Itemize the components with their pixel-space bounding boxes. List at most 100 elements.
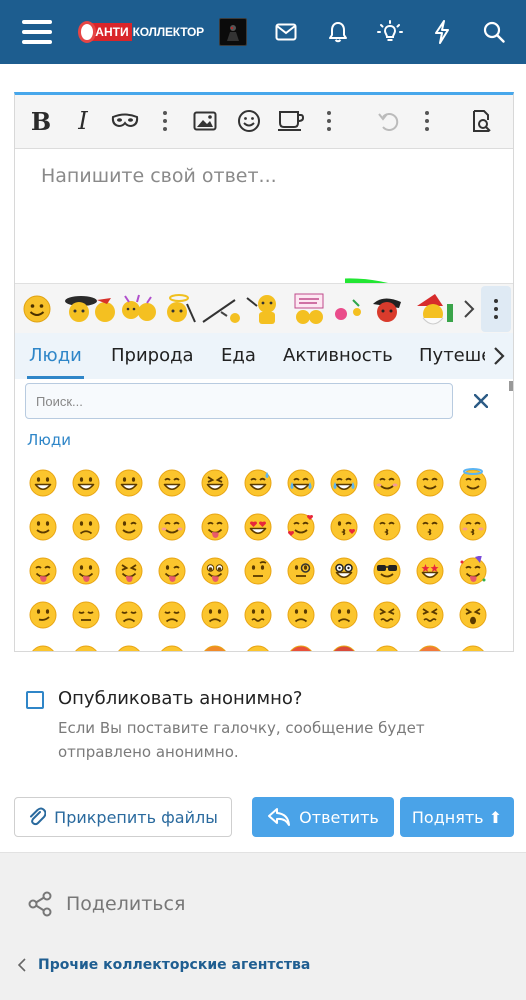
search-button[interactable] bbox=[474, 0, 514, 64]
emoji-wink-tongue[interactable] bbox=[150, 549, 193, 593]
emoji-scream[interactable] bbox=[451, 637, 494, 651]
user-avatar-button[interactable] bbox=[218, 0, 248, 64]
emoji-kiss-blush[interactable] bbox=[451, 505, 494, 549]
emoji-grin[interactable] bbox=[107, 461, 150, 505]
emoji-beam[interactable] bbox=[150, 461, 193, 505]
anonymous-checkbox[interactable] bbox=[26, 691, 44, 709]
emoji-grin[interactable] bbox=[21, 461, 64, 505]
reply-button[interactable]: Ответить bbox=[252, 797, 394, 837]
italic-button[interactable]: I bbox=[63, 101, 103, 141]
share-button[interactable]: Поделиться bbox=[28, 891, 185, 917]
emoji-rage[interactable] bbox=[279, 637, 322, 651]
emoji-nerd[interactable] bbox=[322, 549, 365, 593]
smilie-item[interactable] bbox=[161, 292, 197, 326]
emoji-joy[interactable] bbox=[279, 461, 322, 505]
emoji-upside-down[interactable] bbox=[64, 505, 107, 549]
emoji-grin[interactable] bbox=[64, 461, 107, 505]
smilie-item[interactable] bbox=[119, 292, 159, 326]
emoji-slight-smile[interactable] bbox=[21, 505, 64, 549]
mask-button[interactable] bbox=[105, 101, 145, 141]
emoji-kiss-closed[interactable] bbox=[365, 505, 408, 549]
emoji-star-struck[interactable] bbox=[408, 549, 451, 593]
emoji-slight-frown[interactable] bbox=[279, 593, 322, 637]
alerts-button[interactable] bbox=[318, 0, 358, 64]
emoji-kiss[interactable] bbox=[322, 505, 365, 549]
smilie-item[interactable] bbox=[201, 292, 241, 326]
smilie-item[interactable] bbox=[243, 292, 285, 326]
emoji-search-field[interactable] bbox=[25, 383, 453, 419]
emoji-confounded[interactable] bbox=[408, 593, 451, 637]
smilie-item[interactable] bbox=[371, 292, 413, 326]
close-picker-button[interactable] bbox=[467, 387, 495, 415]
bump-button[interactable]: Поднять ⬆ bbox=[400, 797, 514, 837]
emoji-party[interactable] bbox=[451, 549, 494, 593]
insert-media-button[interactable] bbox=[271, 101, 311, 141]
smilie-item[interactable] bbox=[21, 292, 53, 326]
tab-food[interactable]: Еда bbox=[221, 333, 256, 379]
emoji-disappointed[interactable] bbox=[107, 593, 150, 637]
menu-button[interactable] bbox=[14, 0, 60, 64]
emoji-cry[interactable] bbox=[107, 637, 150, 651]
emoji-halo[interactable] bbox=[451, 461, 494, 505]
reply-textarea[interactable]: Напишите свой ответ... bbox=[15, 149, 513, 283]
emoji-hot[interactable] bbox=[408, 637, 451, 651]
emoji-sweat-smile[interactable] bbox=[236, 461, 279, 505]
emoji-confused[interactable] bbox=[236, 593, 279, 637]
undo-button[interactable] bbox=[369, 101, 409, 141]
smilie-item[interactable] bbox=[63, 292, 117, 326]
smilie-more-button[interactable] bbox=[481, 286, 511, 332]
smilies-button[interactable] bbox=[229, 101, 269, 141]
emoji-wink[interactable] bbox=[107, 505, 150, 549]
emoji-tired[interactable] bbox=[451, 593, 494, 637]
lightning-button[interactable] bbox=[422, 0, 462, 64]
tab-people[interactable]: Люди bbox=[27, 333, 84, 379]
more-formatting-button[interactable] bbox=[145, 101, 185, 141]
emoji-flushed[interactable] bbox=[365, 637, 408, 651]
anonymous-label[interactable]: Опубликовать анонимно? bbox=[58, 688, 302, 709]
emoji-smirk[interactable] bbox=[21, 593, 64, 637]
emoji-angry[interactable] bbox=[193, 637, 236, 651]
emoji-pleading[interactable] bbox=[64, 637, 107, 651]
site-logo[interactable]: АНТИ КОЛЛЕКТОР bbox=[78, 0, 204, 64]
breadcrumb[interactable]: Прочие коллекторские агентства bbox=[18, 957, 310, 973]
emoji-sob[interactable] bbox=[150, 637, 193, 651]
smilie-item[interactable] bbox=[331, 292, 369, 326]
emoji-relieved[interactable] bbox=[150, 505, 193, 549]
emoji-smile[interactable] bbox=[408, 461, 451, 505]
tabs-next-button[interactable] bbox=[485, 333, 513, 379]
preview-button[interactable] bbox=[461, 101, 501, 141]
emoji-hearts[interactable] bbox=[279, 505, 322, 549]
emoji-persevere[interactable] bbox=[365, 593, 408, 637]
whats-new-button[interactable] bbox=[370, 0, 410, 64]
emoji-sunglasses[interactable] bbox=[365, 549, 408, 593]
emoji-frown[interactable] bbox=[322, 593, 365, 637]
emoji-tongue[interactable] bbox=[64, 549, 107, 593]
emoji-weary[interactable] bbox=[21, 637, 64, 651]
emoji-heart-eyes[interactable] bbox=[236, 505, 279, 549]
emoji-steam[interactable] bbox=[236, 637, 279, 651]
emoji-zany[interactable] bbox=[193, 549, 236, 593]
inbox-button[interactable] bbox=[266, 0, 306, 64]
emoji-kiss-smile[interactable] bbox=[408, 505, 451, 549]
bold-button[interactable]: B bbox=[21, 101, 61, 141]
more-insert-button[interactable] bbox=[309, 101, 349, 141]
emoji-raised-brow[interactable] bbox=[236, 549, 279, 593]
attach-files-button[interactable]: Прикрепить файлы bbox=[14, 797, 232, 837]
emoji-yum[interactable] bbox=[193, 505, 236, 549]
emoji-squint-tongue[interactable] bbox=[107, 549, 150, 593]
breadcrumb-link[interactable]: Прочие коллекторские агентства bbox=[38, 957, 310, 973]
tab-activity[interactable]: Активность bbox=[283, 333, 393, 379]
emoji-worried[interactable] bbox=[193, 593, 236, 637]
tab-nature[interactable]: Природа bbox=[111, 333, 194, 379]
smilie-item[interactable] bbox=[413, 292, 455, 326]
emoji-search-input[interactable] bbox=[26, 384, 452, 418]
insert-image-button[interactable] bbox=[185, 101, 225, 141]
smilie-item[interactable] bbox=[289, 292, 329, 326]
emoji-squint[interactable] bbox=[193, 461, 236, 505]
picker-scrollbar[interactable] bbox=[509, 381, 513, 391]
emoji-monocle[interactable] bbox=[279, 549, 322, 593]
more-options-button[interactable] bbox=[407, 101, 447, 141]
emoji-swear[interactable] bbox=[322, 637, 365, 651]
emoji-rofl[interactable] bbox=[322, 461, 365, 505]
emoji-unamused[interactable] bbox=[64, 593, 107, 637]
